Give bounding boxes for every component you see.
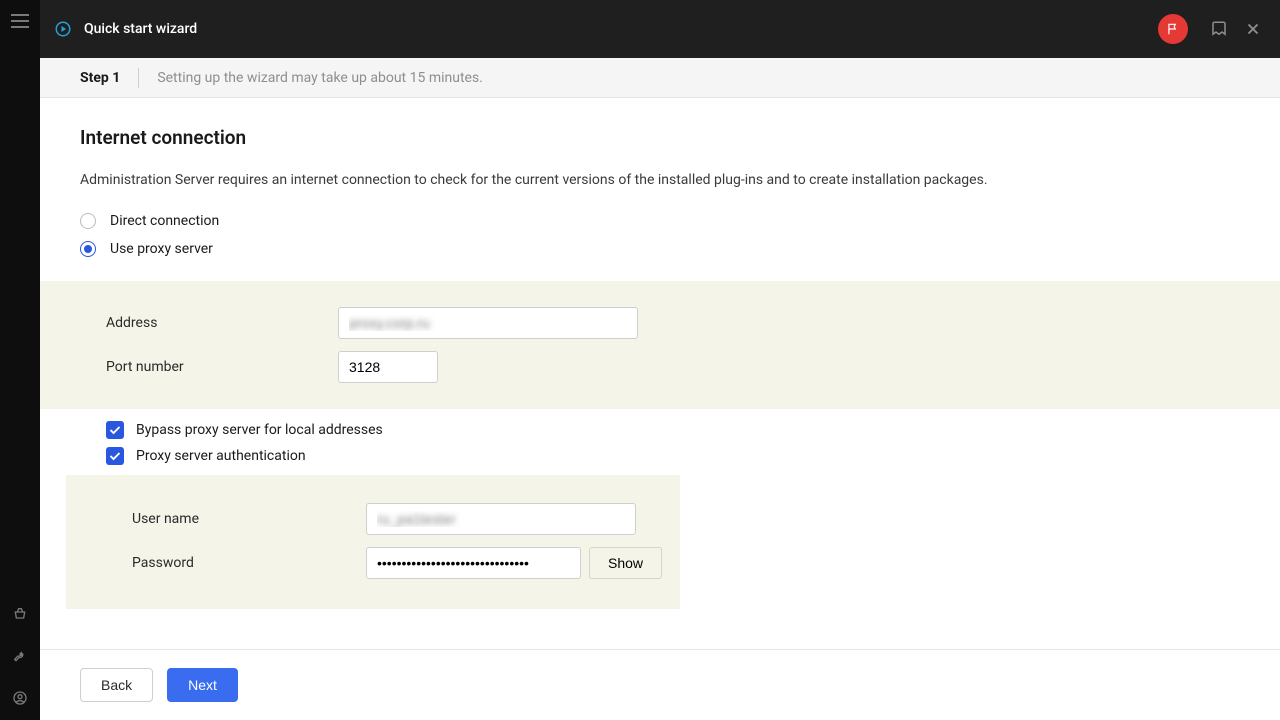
password-input[interactable] xyxy=(366,547,581,579)
radio-label: Use proxy server xyxy=(110,241,213,257)
radio-use-proxy[interactable]: Use proxy server xyxy=(80,241,1240,257)
auth-label: Proxy server authentication xyxy=(136,448,306,464)
section-intro: Administration Server requires an intern… xyxy=(80,171,1240,191)
notification-flag-button[interactable] xyxy=(1158,14,1188,44)
bookmark-icon[interactable] xyxy=(1210,20,1228,38)
main-panel: Quick start wizard Step 1 Setting up the… xyxy=(40,0,1280,720)
step-divider xyxy=(138,68,139,88)
port-input[interactable] xyxy=(338,351,438,383)
footer: Back Next xyxy=(40,649,1280,720)
radio-icon xyxy=(80,213,96,229)
wrench-icon[interactable] xyxy=(12,648,28,664)
close-icon[interactable] xyxy=(1244,20,1262,38)
username-label: User name xyxy=(132,511,366,527)
port-row: Port number xyxy=(106,351,1280,383)
step-label: Step 1 xyxy=(80,70,120,86)
topbar-title: Quick start wizard xyxy=(84,21,197,37)
address-label: Address xyxy=(106,315,338,331)
password-row: Password Show xyxy=(132,547,680,579)
back-button[interactable]: Back xyxy=(80,668,153,702)
username-row: User name xyxy=(132,503,680,535)
auth-checkbox-row[interactable]: Proxy server authentication xyxy=(40,447,1280,465)
user-circle-icon[interactable] xyxy=(12,690,28,706)
auth-block: User name Password Show xyxy=(66,475,680,609)
section-title: Internet connection xyxy=(80,126,1240,149)
menu-icon[interactable] xyxy=(11,14,29,28)
next-button[interactable]: Next xyxy=(167,668,238,702)
topbar: Quick start wizard xyxy=(40,0,1280,58)
step-bar: Step 1 Setting up the wizard may take up… xyxy=(40,58,1280,98)
show-password-button[interactable]: Show xyxy=(589,547,662,579)
username-input[interactable] xyxy=(366,503,636,535)
address-row: Address xyxy=(106,307,1280,339)
basket-icon[interactable] xyxy=(12,606,28,622)
checkbox-checked-icon xyxy=(106,421,124,439)
radio-label: Direct connection xyxy=(110,213,219,229)
checkbox-checked-icon xyxy=(106,447,124,465)
password-group: Show xyxy=(366,547,662,579)
content: Internet connection Administration Serve… xyxy=(40,98,1280,649)
address-input[interactable] xyxy=(338,307,638,339)
proxy-settings-block: Address Port number xyxy=(40,281,1280,409)
radio-direct-connection[interactable]: Direct connection xyxy=(80,213,1240,229)
radio-icon xyxy=(80,241,96,257)
bypass-label: Bypass proxy server for local addresses xyxy=(136,422,383,438)
port-label: Port number xyxy=(106,359,338,375)
sidebar-bottom-icons xyxy=(12,606,28,720)
password-label: Password xyxy=(132,555,366,571)
bypass-checkbox-row[interactable]: Bypass proxy server for local addresses xyxy=(40,421,1280,439)
step-description: Setting up the wizard may take up about … xyxy=(157,70,483,86)
wizard-play-icon xyxy=(54,20,72,38)
app-sidebar xyxy=(0,0,40,720)
flag-icon xyxy=(1166,22,1180,36)
